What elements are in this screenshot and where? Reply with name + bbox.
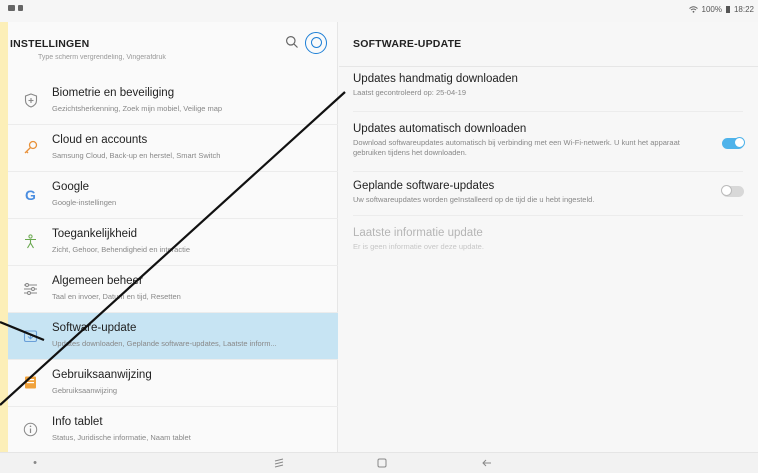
menu-item-label: Toegankelijkheid (52, 228, 138, 240)
status-icons-left (8, 5, 23, 11)
setting-title: Updates handmatig downloaden (353, 73, 518, 85)
status-icons-right: 100% 18:22 (688, 5, 754, 14)
key-icon (23, 140, 38, 155)
menu-item-label: Info tablet (52, 416, 103, 428)
menu-item-label: Google (52, 181, 90, 193)
manual-icon (23, 375, 38, 390)
recents-icon[interactable] (272, 457, 286, 469)
highlight-strip (0, 22, 8, 452)
settings-list-panel: INSTELLINGEN Type scherm vergrendeling, … (8, 22, 338, 452)
divider (353, 171, 743, 172)
divider (339, 66, 758, 67)
search-icon[interactable] (285, 35, 299, 49)
divider (353, 111, 743, 112)
menu-item-label: Cloud en accounts (52, 134, 148, 146)
sliders-icon (23, 281, 38, 296)
menu-item-info-tablet[interactable]: Info tablet Status, Juridische informati… (8, 407, 338, 454)
home-icon[interactable] (375, 457, 389, 469)
shield-icon (23, 93, 38, 108)
setting-scheduled-updates[interactable]: Geplande software-updates Uw softwareupd… (353, 180, 753, 205)
menu-item-label: Gebruiksaanwijzing (52, 369, 152, 381)
menu-item-subtitle: Gebruiksaanwijzing (52, 386, 118, 395)
battery-percent: 100% (701, 5, 722, 14)
partially-hidden-subtitle: Type scherm vergrendeling, Vingerafdruk (38, 54, 166, 61)
setting-subtitle: Er is geen informatie over deze update. (353, 242, 484, 251)
menu-item-subtitle: Samsung Cloud, Back-up en herstel, Smart… (52, 151, 221, 160)
menu-item-toegankelijkheid[interactable]: Toegankelijkheid Zicht, Gehoor, Behendig… (8, 219, 338, 266)
menu-item-google[interactable]: G Google Google-instellingen (8, 172, 338, 219)
menu-item-subtitle: Gezichtsherkenning, Zoek mijn mobiel, Ve… (52, 104, 223, 113)
setting-subtitle: Download softwareupdates automatisch bij… (353, 138, 680, 157)
setting-subtitle: Laatst gecontroleerd op: 25-04-19 (353, 88, 466, 97)
menu-item-label: Algemeen beheer (52, 275, 143, 287)
menu-item-subtitle: Taal en invoer, Datum en tijd, Resetten (52, 292, 181, 301)
back-icon[interactable] (480, 457, 494, 469)
menu-item-algemeen-beheer[interactable]: Algemeen beheer Taal en invoer, Datum en… (8, 266, 338, 313)
battery-icon (725, 6, 730, 13)
menu-item-subtitle: Status, Juridische informatie, Naam tabl… (52, 433, 191, 442)
image-icon (8, 5, 15, 11)
software-update-panel: SOFTWARE-UPDATE Updates handmatig downlo… (339, 22, 758, 452)
google-icon: G (25, 186, 36, 203)
menu-item-subtitle: Google-instellingen (52, 198, 117, 207)
accessibility-icon (23, 234, 38, 249)
menu-item-biometrie[interactable]: Biometrie en beveiliging Gezichtsherkenn… (8, 78, 338, 125)
menu-item-subtitle: Updates downloaden, Geplande software-up… (52, 339, 277, 348)
menu-item-software-update[interactable]: Software-update Updates downloaden, Gepl… (8, 313, 338, 360)
navigation-bar: • (0, 452, 758, 473)
divider (353, 215, 743, 216)
setting-auto-download[interactable]: Updates automatisch downloaden Download … (353, 123, 753, 157)
sd-card-icon (18, 5, 23, 11)
menu-item-label: Software-update (52, 322, 137, 334)
page-title: INSTELLINGEN (10, 38, 90, 50)
wifi-icon (688, 6, 698, 13)
update-icon (23, 328, 38, 343)
profile-icon[interactable] (305, 32, 327, 54)
scheduled-updates-toggle[interactable] (721, 185, 744, 197)
menu-item-cloud[interactable]: Cloud en accounts Samsung Cloud, Back-up… (8, 125, 338, 172)
clock: 18:22 (733, 5, 754, 14)
setting-title: Updates automatisch downloaden (353, 123, 527, 135)
auto-download-toggle[interactable] (722, 137, 745, 149)
dot-icon[interactable]: • (28, 457, 42, 469)
menu-item-label: Biometrie en beveiliging (52, 87, 175, 99)
info-icon (23, 422, 38, 437)
menu-item-subtitle: Zicht, Gehoor, Behendigheid en interacti… (52, 245, 191, 254)
setting-title: Laatste informatie update (353, 227, 483, 239)
setting-title: Geplande software-updates (353, 180, 495, 192)
menu-item-gebruiksaanwijzing[interactable]: Gebruiksaanwijzing Gebruiksaanwijzing (8, 360, 338, 407)
setting-subtitle: Uw softwareupdates worden geïnstalleerd … (353, 195, 595, 204)
status-bar: 100% 18:22 (0, 0, 758, 22)
setting-latest-update-info: Laatste informatie update Er is geen inf… (353, 227, 753, 252)
setting-manual-download[interactable]: Updates handmatig downloaden Laatst geco… (353, 73, 753, 98)
settings-menu: Biometrie en beveiliging Gezichtsherkenn… (8, 78, 338, 454)
detail-title: SOFTWARE-UPDATE (353, 38, 462, 50)
